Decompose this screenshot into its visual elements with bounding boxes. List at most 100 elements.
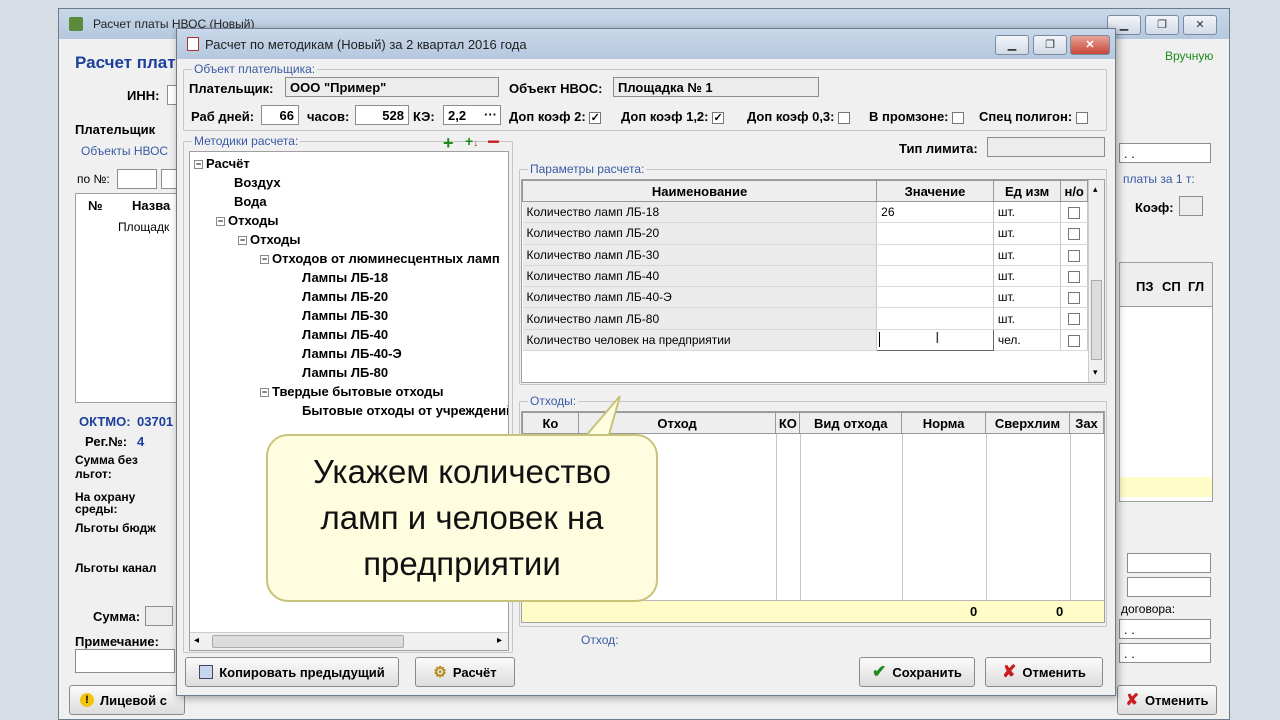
bg-tab-payer[interactable]: Плательщик bbox=[75, 122, 155, 137]
dialog-close-button[interactable]: ✕ bbox=[1070, 35, 1110, 55]
tree-node-waste[interactable]: − Отходы bbox=[216, 213, 279, 228]
tree-hscrollbar[interactable]: ◂ ▸ bbox=[190, 632, 508, 650]
param-no-checkbox[interactable] bbox=[1060, 201, 1088, 224]
save-label: Сохранить bbox=[892, 664, 962, 680]
tree-node-lamp-5[interactable]: Лампы ЛБ-40-Э bbox=[302, 346, 402, 361]
bg-cancel-button[interactable]: ✘ Отменить bbox=[1117, 685, 1217, 715]
save-button[interactable]: ✔ Сохранить bbox=[859, 657, 975, 687]
params-row[interactable]: Количество ламп ЛБ-18 26 шт. bbox=[522, 201, 1088, 224]
param-no-checkbox[interactable] bbox=[1060, 244, 1088, 266]
params-row[interactable]: Количество ламп ЛБ-30 шт. bbox=[522, 244, 1088, 266]
copy-previous-button[interactable]: Копировать предыдущий bbox=[185, 657, 399, 687]
params-vscrollbar[interactable]: ▴ ▾ bbox=[1088, 180, 1104, 382]
params-row[interactable]: Количество ламп ЛБ-40 шт. bbox=[522, 265, 1088, 288]
ke-ellipsis-button[interactable]: ··· bbox=[484, 107, 497, 122]
param-value-input[interactable] bbox=[876, 286, 994, 309]
coef12-checkbox[interactable]: ✓ bbox=[712, 111, 725, 124]
tree-node-lamp-2[interactable]: Лампы ЛБ-20 bbox=[302, 289, 388, 304]
bg-note-field[interactable] bbox=[75, 649, 175, 673]
tree-node-lamp-1[interactable]: Лампы ЛБ-18 bbox=[302, 270, 388, 285]
bg-maximize-button[interactable]: ❐ bbox=[1145, 15, 1179, 35]
param-no-checkbox[interactable] bbox=[1060, 329, 1088, 352]
param-no-checkbox[interactable] bbox=[1060, 286, 1088, 309]
bg-contract-label: договора: bbox=[1121, 602, 1176, 616]
bg-right-field-1[interactable] bbox=[1127, 553, 1211, 573]
text-cursor-icon bbox=[879, 331, 881, 347]
param-value-input[interactable] bbox=[876, 244, 994, 266]
bg-no-field[interactable] bbox=[117, 169, 157, 189]
tree-node-fluorescent[interactable]: − Отходов от люминесцентных ламп bbox=[260, 251, 500, 266]
checkmark-icon: ✔ bbox=[872, 662, 887, 681]
param-name: Количество ламп ЛБ-40 bbox=[522, 265, 878, 288]
param-value-input[interactable] bbox=[876, 307, 994, 330]
param-value-input[interactable]: I bbox=[876, 328, 994, 352]
params-scroll-thumb[interactable] bbox=[1091, 280, 1102, 360]
param-value-input[interactable] bbox=[876, 265, 994, 288]
waste-col-kind: Вид отхода bbox=[799, 412, 903, 434]
tree-node-waste-sub[interactable]: − Отходы bbox=[238, 232, 301, 247]
hours-field[interactable]: 528 bbox=[355, 105, 409, 125]
promzone-checkbox[interactable] bbox=[952, 111, 965, 124]
tree-node-lamp-3[interactable]: Лампы ЛБ-30 bbox=[302, 308, 388, 323]
cancel-x-icon: ✘ bbox=[1002, 662, 1017, 681]
params-row[interactable]: Количество ламп ЛБ-40-Э шт. bbox=[522, 286, 1088, 309]
tree-node-water[interactable]: Вода bbox=[234, 194, 267, 209]
params-col-name: Наименование bbox=[522, 180, 878, 202]
tree-node-root[interactable]: − Расчёт bbox=[194, 156, 250, 171]
param-unit: шт. bbox=[993, 244, 1062, 266]
params-row[interactable]: Количество человек на предприятии Iчел. bbox=[522, 328, 1088, 352]
scroll-thumb[interactable] bbox=[212, 635, 404, 648]
param-name: Количество ламп ЛБ-18 bbox=[522, 201, 878, 224]
tutorial-callout: Укажем количество ламп и человек на пред… bbox=[266, 434, 658, 602]
bg-close-button[interactable]: ✕ bbox=[1183, 15, 1217, 35]
bg-table-row[interactable]: Площадк bbox=[118, 220, 169, 234]
ke-field[interactable]: 2,2 ··· bbox=[443, 105, 501, 125]
params-col-value: Значение bbox=[876, 180, 994, 202]
bg-personal-label: Лицевой с bbox=[100, 692, 167, 708]
param-name: Количество ламп ЛБ-30 bbox=[522, 244, 878, 266]
bg-col-name: Назва bbox=[132, 198, 171, 213]
param-no-checkbox[interactable] bbox=[1060, 222, 1088, 245]
bg-col-no: № bbox=[88, 198, 103, 213]
scroll-down-icon[interactable]: ▾ bbox=[1093, 367, 1098, 378]
bg-right-date-2[interactable]: . . bbox=[1119, 619, 1211, 639]
tree-node-solid[interactable]: − Твердые бытовые отходы bbox=[260, 384, 444, 399]
coef2-checkbox[interactable]: ✓ bbox=[589, 111, 602, 124]
param-unit: шт. bbox=[993, 201, 1062, 224]
bg-oktmo-label: ОКТМО: bbox=[79, 414, 131, 429]
methods-group-title: Методики расчета: bbox=[192, 134, 301, 148]
waste-col-ko: КО bbox=[775, 412, 801, 434]
scroll-left-icon[interactable]: ◂ bbox=[194, 635, 199, 646]
bg-for-environment: На охрану среды: bbox=[75, 490, 136, 516]
bg-note-label: Примечание: bbox=[75, 634, 159, 649]
params-row[interactable]: Количество ламп ЛБ-20 шт. bbox=[522, 222, 1088, 245]
param-value-input[interactable] bbox=[876, 222, 994, 245]
add-child-icon[interactable]: +↓ bbox=[465, 133, 478, 149]
tree-node-lamp-6[interactable]: Лампы ЛБ-80 bbox=[302, 365, 388, 380]
bg-right-date-1[interactable]: . . bbox=[1119, 143, 1211, 163]
cancel-button[interactable]: ✘ Отменить bbox=[985, 657, 1103, 687]
scroll-up-icon[interactable]: ▴ bbox=[1093, 184, 1098, 195]
param-no-checkbox[interactable] bbox=[1060, 265, 1088, 288]
scroll-right-icon[interactable]: ▸ bbox=[497, 635, 502, 646]
cancel-label: Отменить bbox=[1022, 664, 1086, 680]
bg-personal-button[interactable]: ! Лицевой с bbox=[69, 685, 185, 715]
tree-node-household[interactable]: Бытовые отходы от учреждений bbox=[302, 403, 508, 418]
bg-right-field-2[interactable] bbox=[1127, 577, 1211, 597]
dialog-maximize-button[interactable]: ❐ bbox=[1033, 35, 1067, 55]
limit-field[interactable] bbox=[987, 137, 1105, 157]
tree-node-air[interactable]: Воздух bbox=[234, 175, 281, 190]
param-no-checkbox[interactable] bbox=[1060, 307, 1088, 330]
polygon-checkbox[interactable] bbox=[1075, 111, 1088, 124]
payer-group-title: Объект плательщика: bbox=[192, 62, 318, 76]
workdays-field[interactable]: 66 bbox=[261, 105, 299, 125]
promzone-label: В промзоне: bbox=[869, 109, 965, 124]
coef03-checkbox[interactable] bbox=[838, 111, 851, 124]
tree-node-lamp-4[interactable]: Лампы ЛБ-40 bbox=[302, 327, 388, 342]
calculate-button[interactable]: ⚙ Расчёт bbox=[415, 657, 515, 687]
param-value-input[interactable]: 26 bbox=[876, 201, 994, 224]
params-row[interactable]: Количество ламп ЛБ-80 шт. bbox=[522, 307, 1088, 330]
dialog-minimize-button[interactable]: ▁ bbox=[995, 35, 1029, 55]
ke-label: КЭ: bbox=[413, 109, 435, 124]
bg-right-date-3[interactable]: . . bbox=[1119, 643, 1211, 663]
